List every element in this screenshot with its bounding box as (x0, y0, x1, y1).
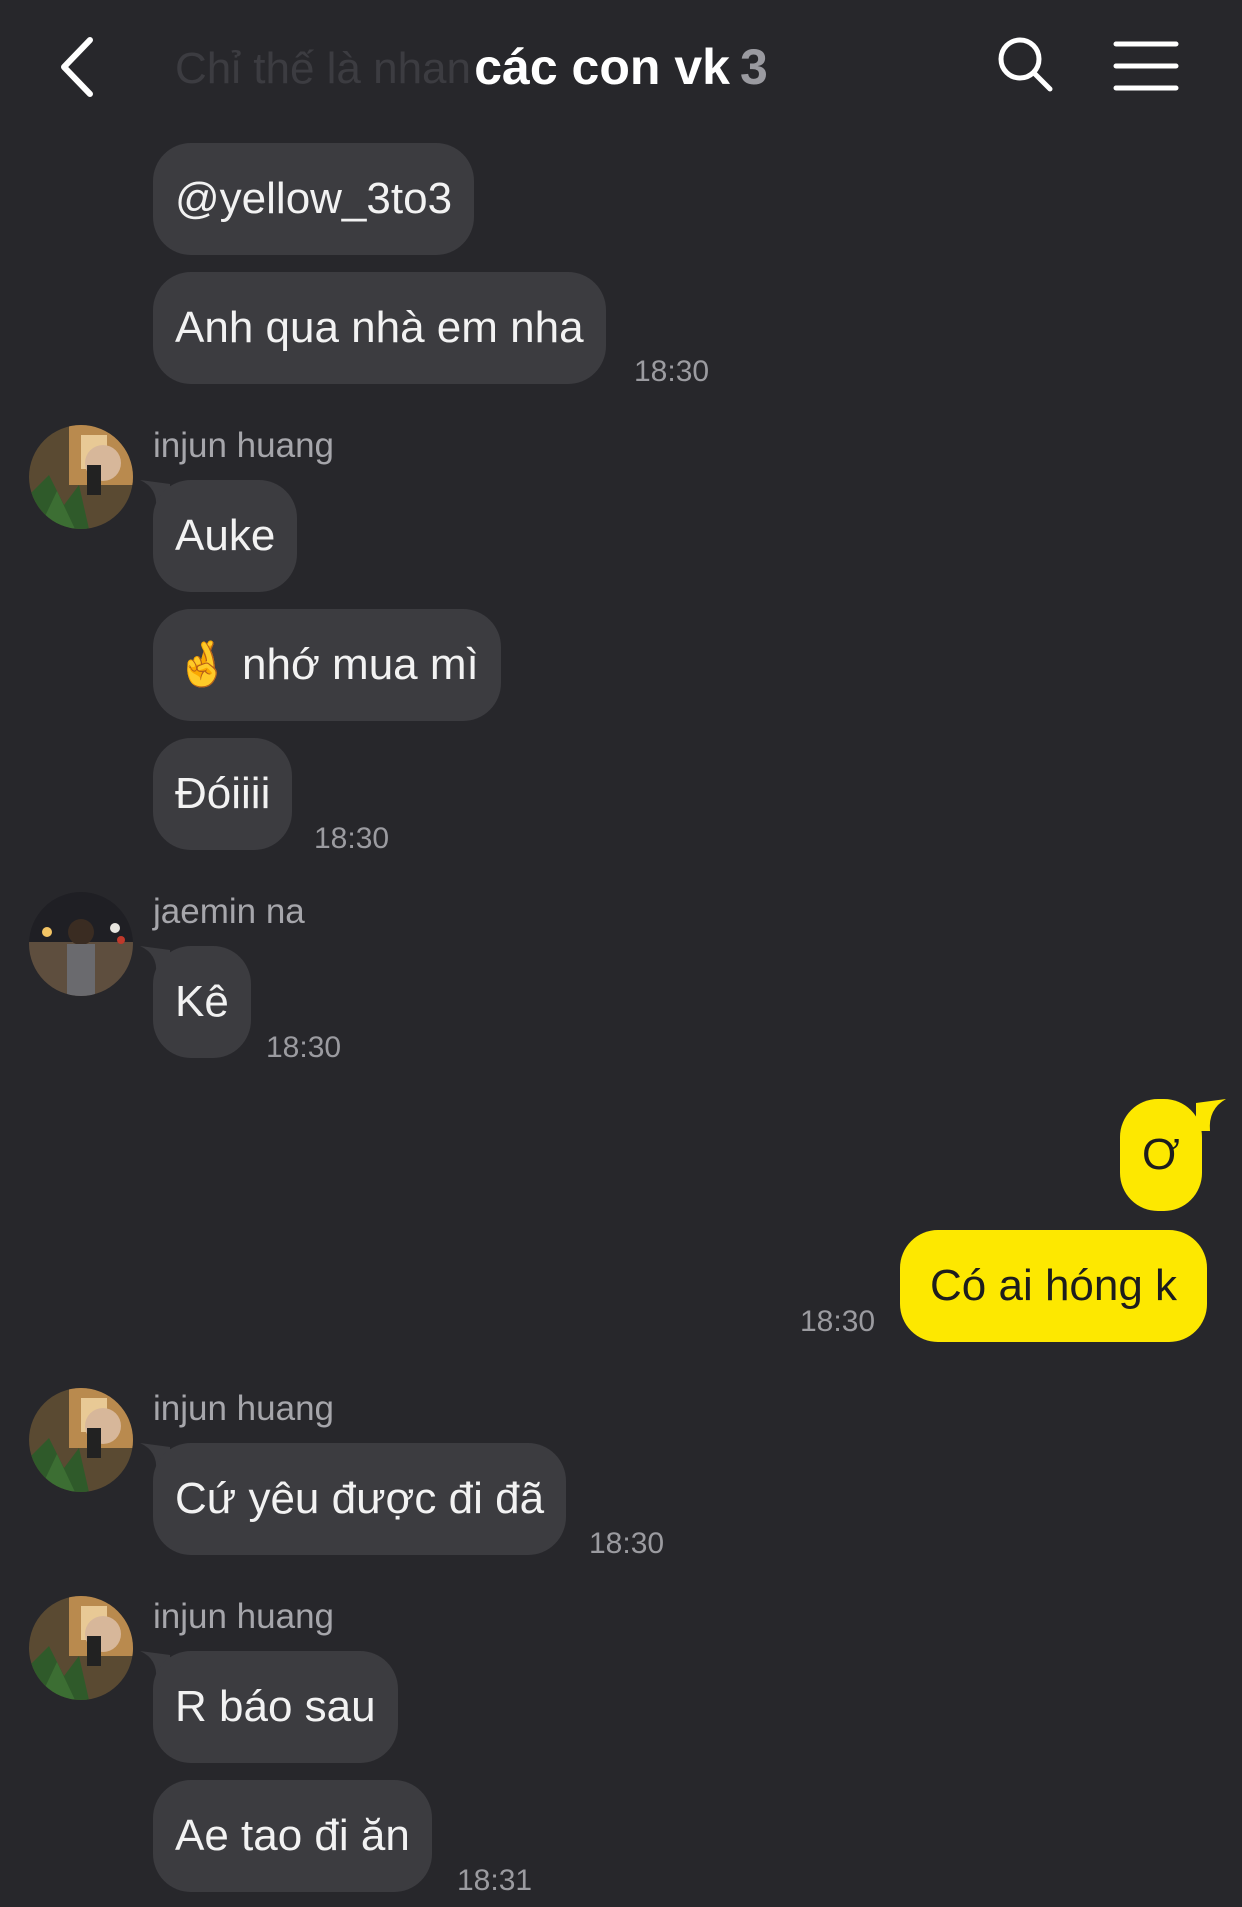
message-text: @yellow_3to3 (175, 174, 453, 223)
message-time: 18:31 (457, 1864, 533, 1897)
member-count: 3 (739, 39, 768, 95)
chat-title[interactable]: các con vk 3 (0, 38, 1242, 96)
message-bubble[interactable]: Đóiiii (153, 738, 293, 850)
sender-name[interactable]: jaemin na (153, 892, 305, 932)
message-bubble[interactable]: @yellow_3to3 (153, 143, 475, 255)
chat-title-name: các con vk (474, 39, 730, 95)
message-time: 18:30 (800, 1305, 876, 1338)
avatar-photo (29, 892, 133, 996)
avatar-photo (29, 425, 133, 529)
avatar[interactable] (29, 425, 133, 529)
avatar[interactable] (29, 892, 133, 996)
sender-name[interactable]: injun huang (153, 1389, 334, 1429)
menu-button[interactable] (1113, 38, 1179, 94)
message-text: Auke (175, 511, 276, 560)
message-text: Đóiiii (175, 769, 271, 818)
message-text: nhớ mua mì (242, 640, 479, 689)
message-text: Kê (175, 977, 229, 1026)
message-bubble[interactable]: Auke (153, 480, 298, 592)
avatar-photo (29, 1388, 133, 1492)
chat-header: Chỉ thế là nhan các con vk 3 (0, 0, 1242, 130)
message-bubble[interactable]: Cứ yêu được đi đã (153, 1443, 567, 1555)
message-time: 18:30 (589, 1527, 665, 1560)
message-bubble[interactable]: Kê (153, 946, 251, 1058)
message-text: Ae tao đi ăn (175, 1811, 410, 1860)
message-bubble[interactable]: 🤞 nhớ mua mì (153, 609, 501, 721)
search-icon (998, 37, 1053, 92)
avatar[interactable] (29, 1596, 133, 1700)
sender-name[interactable]: injun huang (153, 426, 334, 466)
message-text: R báo sau (175, 1682, 376, 1731)
message-bubble[interactable]: Anh qua nhà em nha (153, 272, 606, 384)
avatar-photo (29, 1596, 133, 1700)
message-text: Anh qua nhà em nha (175, 303, 584, 352)
message-text: Ơ (1142, 1130, 1180, 1179)
menu-icon (1113, 41, 1179, 91)
message-bubble[interactable]: R báo sau (153, 1651, 398, 1763)
message-text: Cứ yêu được đi đã (175, 1474, 545, 1523)
message-bubble-outgoing[interactable]: Có ai hóng k (900, 1230, 1208, 1342)
avatar[interactable] (29, 1388, 133, 1492)
message-text: Có ai hóng k (930, 1261, 1178, 1310)
sender-name[interactable]: injun huang (153, 1597, 334, 1637)
message-time: 18:30 (266, 1031, 342, 1064)
message-time: 18:30 (634, 355, 710, 388)
message-time: 18:30 (314, 822, 390, 855)
message-bubble-outgoing[interactable]: Ơ (1120, 1099, 1202, 1211)
emoji: 🤞 (175, 640, 230, 689)
message-bubble[interactable]: Ae tao đi ăn (153, 1780, 432, 1892)
search-button[interactable] (995, 34, 1055, 94)
